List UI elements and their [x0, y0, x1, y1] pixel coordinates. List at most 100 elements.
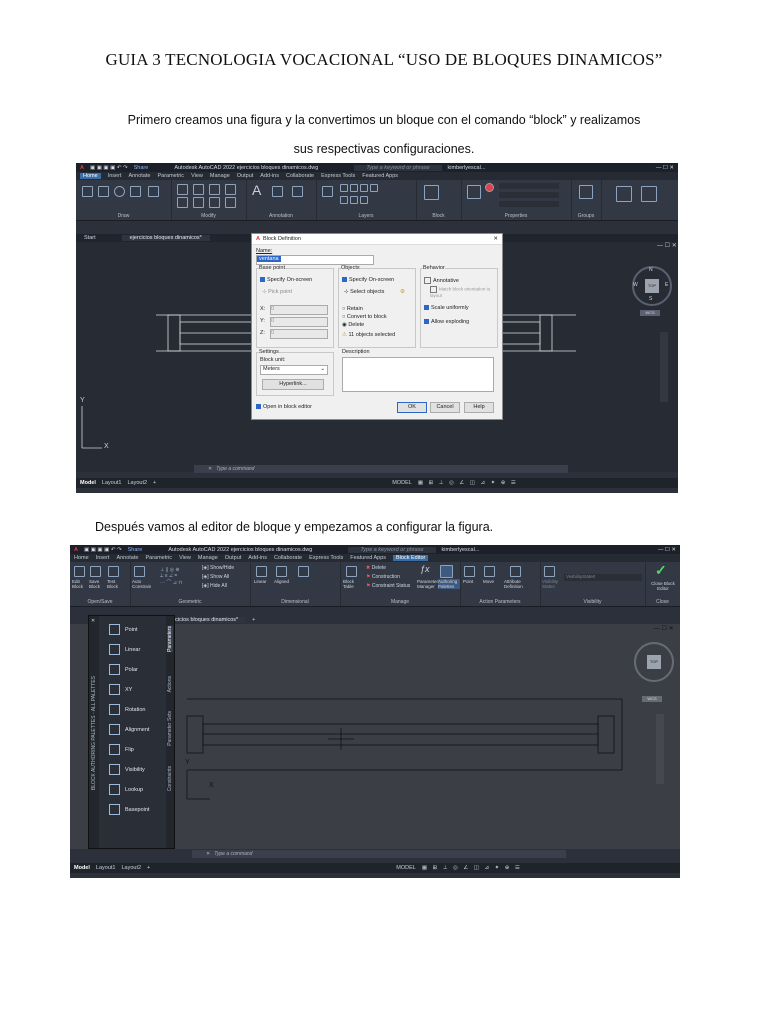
- block-table-icon[interactable]: [346, 566, 357, 577]
- layer-icon[interactable]: [340, 184, 348, 192]
- save-block-icon[interactable]: [90, 566, 101, 577]
- authoring-palettes-icon[interactable]: [440, 565, 453, 578]
- window-controls[interactable]: — ☐ ✕: [658, 547, 680, 553]
- help-button[interactable]: Help: [464, 402, 494, 413]
- layer-icon[interactable]: [360, 196, 368, 204]
- auto-constrain-button[interactable]: Auto Constrain: [132, 579, 154, 589]
- z-field[interactable]: 0: [270, 329, 328, 339]
- wcs-badge[interactable]: WCS: [640, 310, 660, 316]
- save-block-button[interactable]: Save Block: [89, 579, 103, 589]
- ribbon-tab-home[interactable]: Home: [80, 173, 101, 179]
- close-icon[interactable]: ✕: [493, 236, 502, 242]
- add-layout-icon[interactable]: +: [153, 480, 156, 486]
- delete-radio[interactable]: ◉ Delete: [342, 322, 364, 328]
- wcs-badge[interactable]: WCS: [642, 696, 662, 702]
- hide-all-button[interactable]: [◈] Hide All: [202, 583, 227, 589]
- layout2-tab[interactable]: Layout2: [121, 865, 141, 871]
- attribute-definition-button[interactable]: Attribute Definition: [504, 579, 530, 589]
- palette-item-linear[interactable]: Linear: [109, 644, 140, 655]
- share-button[interactable]: Share: [128, 547, 143, 553]
- viewport-controls[interactable]: — ☐ ✕: [657, 242, 677, 249]
- edit-block-icon[interactable]: [74, 566, 85, 577]
- palette-item-flip[interactable]: Flip: [109, 744, 134, 755]
- ribbon-tab-collaborate[interactable]: Collaborate: [286, 173, 314, 179]
- annotative-checkbox[interactable]: Annotative: [424, 277, 459, 284]
- palette-item-point[interactable]: Point: [109, 624, 138, 635]
- add-layout-icon[interactable]: +: [147, 865, 150, 871]
- block-unit-dropdown[interactable]: Meters ⌄: [260, 365, 328, 375]
- authoring-palettes-button[interactable]: Authoring Palettes: [438, 579, 460, 589]
- layer-icon[interactable]: [350, 184, 358, 192]
- palette-item-visibility[interactable]: Visibility: [109, 764, 145, 775]
- ribbon-tab-collaborate[interactable]: Collaborate: [274, 555, 302, 561]
- arc-icon[interactable]: [130, 186, 141, 197]
- ok-button[interactable]: OK: [397, 402, 427, 413]
- x-field[interactable]: 0: [270, 305, 328, 315]
- window-controls[interactable]: — ☐ ✕: [656, 165, 678, 171]
- palette-tab-constraints[interactable]: Constraints: [167, 766, 173, 791]
- test-block-icon[interactable]: [108, 566, 119, 577]
- ribbon-tab-block-editor[interactable]: Block Editor: [393, 555, 429, 561]
- ribbon-tab-insert[interactable]: Insert: [96, 555, 110, 561]
- aligned-constraint-icon[interactable]: [276, 566, 287, 577]
- layer-icon[interactable]: [360, 184, 368, 192]
- match-orientation-checkbox[interactable]: Match block orientation to layout: [430, 286, 492, 298]
- ribbon-tab-addins[interactable]: Add-ins: [248, 555, 267, 561]
- point-button[interactable]: Point: [463, 579, 473, 584]
- table-icon[interactable]: [292, 186, 303, 197]
- palette-tab-actions[interactable]: Actions: [167, 676, 173, 692]
- status-tools[interactable]: ▦ ⊞ ⊥ ◎ ∠ ◫ ⊿ ✦ ⊕ ☰: [418, 480, 518, 486]
- group-icon[interactable]: [579, 185, 593, 199]
- viewcube-top[interactable]: TOP: [647, 655, 661, 669]
- show-hide-button[interactable]: [◈] Show/Hide: [202, 565, 234, 571]
- layer-icon[interactable]: [340, 196, 348, 204]
- model-space-button[interactable]: MODEL: [396, 865, 416, 871]
- parameters-manager-icon[interactable]: ƒx: [420, 564, 430, 574]
- share-button[interactable]: Share: [134, 165, 149, 171]
- linear-button[interactable]: Linear: [254, 579, 267, 584]
- command-input[interactable]: Type a command: [214, 851, 252, 857]
- ribbon-tab-addins[interactable]: Add-ins: [260, 173, 279, 179]
- clipboard-icon[interactable]: [641, 186, 657, 202]
- ribbon-tab-output[interactable]: Output: [225, 555, 242, 561]
- palette-item-polar[interactable]: Polar: [109, 664, 138, 675]
- convert-radio[interactable]: ○ Convert to block: [342, 314, 387, 320]
- status-tools[interactable]: ▦ ⊞ ⊥ ◎ ∠ ◫ ⊿ ✦ ⊕ ☰: [422, 865, 522, 871]
- ribbon-tab-manage[interactable]: Manage: [198, 555, 218, 561]
- linear-constraint-icon[interactable]: [256, 566, 267, 577]
- ribbon-tab-home[interactable]: Home: [74, 555, 89, 561]
- trim-icon[interactable]: [209, 184, 220, 195]
- start-tab[interactable]: Start: [84, 235, 96, 241]
- cancel-button[interactable]: Cancel: [430, 402, 460, 413]
- search-input[interactable]: Type a keyword or phrase: [354, 164, 442, 171]
- user-account[interactable]: kimberlyescal...: [448, 165, 486, 171]
- palette-item-lookup[interactable]: Lookup: [109, 784, 143, 795]
- layer-icon[interactable]: [350, 196, 358, 204]
- mirror-icon[interactable]: [177, 197, 188, 208]
- palette-item-xy[interactable]: XY: [109, 684, 132, 695]
- allow-exploding-checkbox[interactable]: Allow exploding: [424, 319, 469, 325]
- auto-constrain-icon[interactable]: [134, 566, 145, 577]
- layout1-tab[interactable]: Layout1: [102, 480, 122, 486]
- open-block-editor-checkbox[interactable]: Open in block editor: [256, 404, 312, 410]
- ribbon-tab-view[interactable]: View: [179, 555, 191, 561]
- delete-button[interactable]: ✖ Delete: [366, 565, 386, 571]
- checkmark-icon[interactable]: ✓: [655, 562, 667, 579]
- palette-item-basepoint[interactable]: Basepoint: [109, 804, 149, 815]
- palette-tab-parameter-sets[interactable]: Parameter Sets: [167, 711, 173, 746]
- edit-block-button[interactable]: Edit Block: [72, 579, 86, 589]
- parameters-manager-button[interactable]: Parameters Manager: [417, 579, 440, 589]
- ribbon-tab-annotate[interactable]: Annotate: [116, 555, 138, 561]
- lineweight-dropdown[interactable]: [499, 201, 559, 207]
- utilities-icon[interactable]: [616, 186, 632, 202]
- close-block-editor-button[interactable]: Close Block Editor: [647, 581, 679, 591]
- viewport-controls[interactable]: — ☐ ✕: [654, 625, 674, 632]
- color-icon[interactable]: [485, 183, 494, 192]
- move-action-icon[interactable]: [484, 566, 495, 577]
- pick-point-button[interactable]: ⊹ Pick point: [262, 289, 292, 295]
- rectangle-icon[interactable]: [148, 186, 159, 197]
- y-field[interactable]: 0: [270, 317, 328, 327]
- match-properties-icon[interactable]: [467, 185, 481, 199]
- specify-onscreen-objects-checkbox[interactable]: Specify On-screen: [342, 277, 394, 283]
- command-line[interactable]: ✕ Type a command: [194, 465, 568, 473]
